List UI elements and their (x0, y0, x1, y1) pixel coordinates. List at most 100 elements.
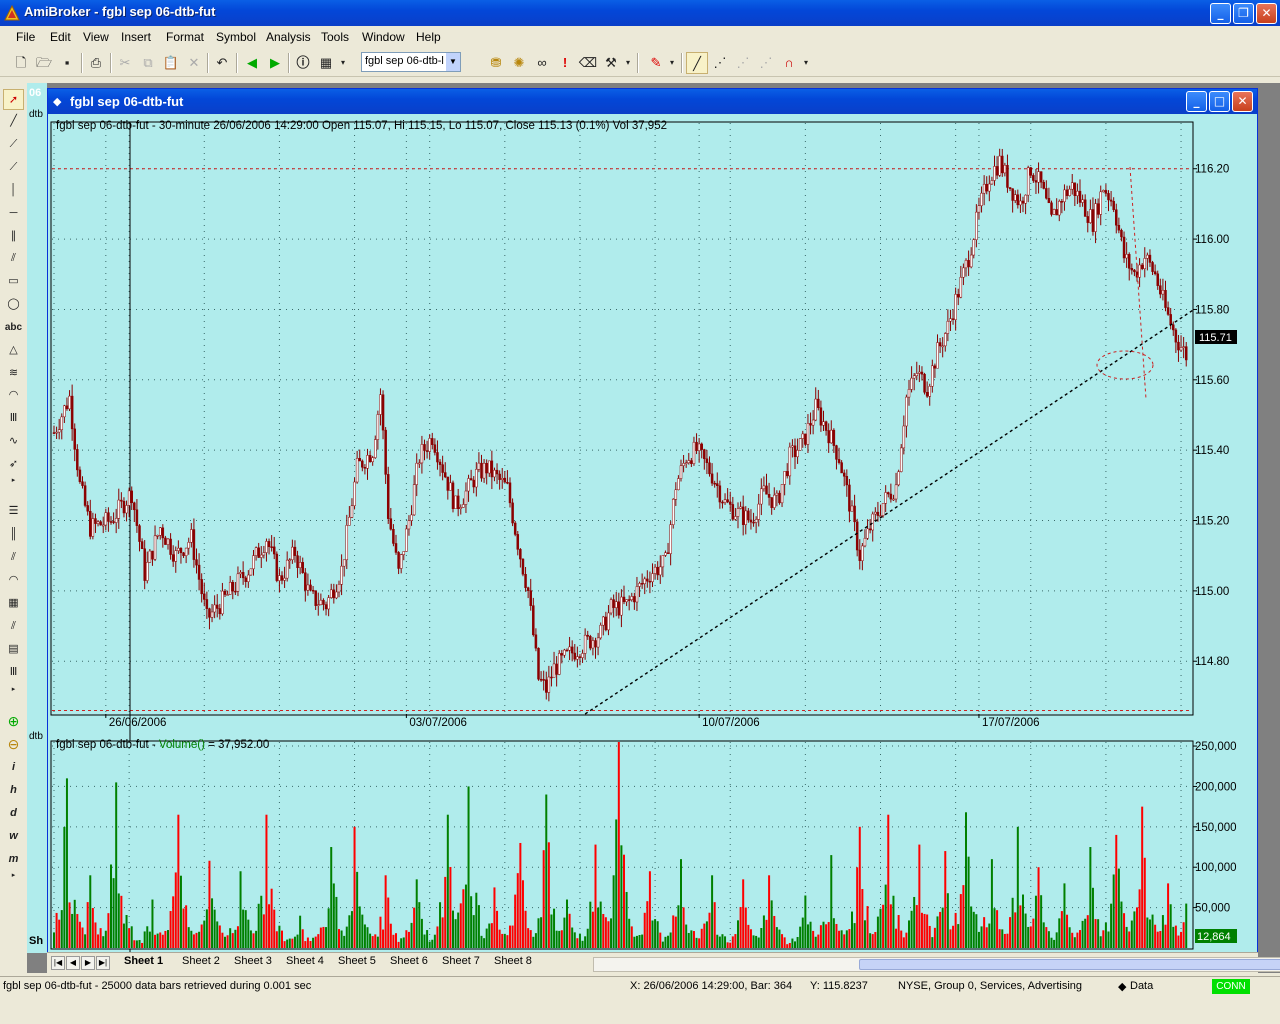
dotted-line-icon[interactable]: ⋰ (709, 52, 731, 74)
menu-symbol[interactable]: Symbol (216, 30, 256, 44)
settings-gear-icon[interactable]: ✺ (508, 52, 530, 74)
horizontal-scrollbar[interactable] (593, 957, 1280, 972)
toolbar-overflow-icon[interactable]: ▾ (338, 52, 348, 74)
tab-sheet-8[interactable]: Sheet 8 (494, 955, 532, 967)
tab-sheet-7[interactable]: Sheet 7 (442, 955, 480, 967)
chart-maximize-button[interactable]: □ (1209, 91, 1230, 112)
next-sheet-icon[interactable]: ▶ (81, 956, 95, 970)
tab-sheet-4[interactable]: Sheet 4 (286, 955, 324, 967)
chart-window-titlebar[interactable]: ◆ fgbl sep 06-dtb-fut _ □ ✕ (48, 89, 1257, 114)
toolbar-overflow-icon-3[interactable]: ▾ (801, 52, 811, 74)
menu-insert[interactable]: Insert (121, 30, 151, 44)
solid-line-icon[interactable]: ╱ (686, 52, 708, 74)
minimize-button[interactable]: _ (1210, 3, 1231, 24)
toolbar-more-icon-2[interactable]: ▸ (3, 686, 24, 694)
toolbar-more-icon[interactable]: ▸ (3, 477, 24, 485)
new-icon[interactable]: 🗋 (10, 52, 32, 74)
background-sheet-tab[interactable]: Sh (29, 935, 43, 947)
menu-file[interactable]: File (16, 30, 35, 44)
tab-sheet-2[interactable]: Sheet 2 (182, 955, 220, 967)
color-picker-icon[interactable]: ✎ (645, 52, 667, 74)
toolbar-overflow-icon-2[interactable]: ▾ (623, 52, 633, 74)
cycle-lines-icon[interactable]: Ⅲ (3, 408, 24, 429)
tab-sheet-1[interactable]: Sheet 1 (124, 955, 163, 967)
first-sheet-icon[interactable]: |◀ (51, 956, 65, 970)
line-style-icon-1[interactable]: ⋰ (732, 52, 754, 74)
back-arrow-icon[interactable]: ◀ (241, 52, 263, 74)
volume-bar (884, 884, 887, 948)
binoculars-icon[interactable]: ∞ (531, 52, 553, 74)
close-button[interactable]: ✕ (1256, 3, 1277, 24)
scrollbar-thumb[interactable] (859, 959, 1280, 970)
text-tool-icon[interactable]: abc (3, 317, 24, 338)
interval-hourly-icon[interactable]: h (3, 780, 24, 801)
paste-icon[interactable]: 📋 (160, 52, 182, 74)
prev-sheet-icon[interactable]: ◀ (66, 956, 80, 970)
tab-sheet-3[interactable]: Sheet 3 (234, 955, 272, 967)
chevron-down-icon[interactable]: ▼ (446, 53, 460, 71)
interval-weekly-icon[interactable]: w (3, 826, 24, 847)
toolbar-more-icon-3[interactable]: ▸ (3, 872, 24, 880)
menu-help[interactable]: Help (416, 30, 441, 44)
gann-fan-icon[interactable]: ⫽ (3, 616, 24, 637)
menu-view[interactable]: View (83, 30, 109, 44)
vertical-line-icon[interactable]: │ (3, 180, 24, 201)
restore-button[interactable]: ❐ (1233, 3, 1254, 24)
menu-analysis[interactable]: Analysis (266, 30, 311, 44)
arc-icon[interactable]: ◠ (3, 385, 24, 406)
horizontal-line-icon[interactable]: ─ (3, 203, 24, 224)
interval-monthly-icon[interactable]: m (3, 849, 24, 870)
save-icon[interactable]: ▪ (56, 52, 78, 74)
gann-grid-icon[interactable]: ▦ (3, 593, 24, 614)
rectangle-icon[interactable]: ▭ (3, 271, 24, 292)
chart-close-button[interactable]: ✕ (1232, 91, 1253, 112)
fibonacci-fan-icon[interactable]: ⫽ (3, 547, 24, 568)
print-icon[interactable]: ⎙ (85, 52, 107, 74)
symbol-combobox[interactable]: fgbl sep 06-dtb-l ▼ (361, 52, 461, 72)
ray-icon[interactable]: ⟋ (3, 134, 24, 155)
menu-edit[interactable]: Edit (50, 30, 71, 44)
freehand-icon[interactable]: ∿ (3, 431, 24, 452)
forward-arrow-icon[interactable]: ▶ (264, 52, 286, 74)
ellipse-icon[interactable]: ◯ (3, 294, 24, 315)
cycles-icon[interactable]: Ⅲ (3, 662, 24, 683)
zigzag-icon[interactable]: ≋ (3, 363, 24, 384)
fibonacci-retracement-icon[interactable]: ☰ (3, 501, 24, 522)
parallel-lines-icon[interactable]: ∥ (3, 226, 24, 247)
database-icon[interactable]: ⛃ (485, 52, 507, 74)
arrow-tool-icon[interactable]: ➶ (3, 454, 24, 475)
copy-icon[interactable]: ⧉ (137, 52, 159, 74)
magnet-icon[interactable]: ∩ (778, 52, 800, 74)
extended-line-icon[interactable]: ⟋ (3, 157, 24, 178)
tab-sheet-5[interactable]: Sheet 5 (338, 955, 376, 967)
fibonacci-arcs-icon[interactable]: ◠ (3, 570, 24, 591)
delete-icon[interactable]: ✕ (183, 52, 205, 74)
chart-minimize-button[interactable]: _ (1186, 91, 1207, 112)
interval-daily-icon[interactable]: d (3, 803, 24, 824)
select-arrow-icon[interactable]: ➚ (3, 89, 24, 110)
zoom-in-icon[interactable]: ⊕ (3, 711, 24, 732)
analysis-hammer-icon[interactable]: ⚒ (600, 52, 622, 74)
gann-square-icon[interactable]: ▤ (3, 639, 24, 660)
menu-format[interactable]: Format (166, 30, 204, 44)
cut-icon[interactable]: ✂ (114, 52, 136, 74)
triangle-icon[interactable]: △ (3, 340, 24, 361)
open-folder-icon[interactable]: 🗁 (33, 52, 55, 74)
info-icon[interactable]: ⓘ (292, 52, 314, 74)
eraser-icon[interactable]: ⌫ (577, 52, 599, 74)
last-sheet-icon[interactable]: ▶| (96, 956, 110, 970)
tab-sheet-6[interactable]: Sheet 6 (390, 955, 428, 967)
line-style-icon-2[interactable]: ⋰ (755, 52, 777, 74)
fan-lines-icon[interactable]: ⫽ (3, 248, 24, 269)
color-dropdown-icon[interactable]: ▾ (666, 52, 678, 74)
chart-canvas[interactable]: fgbl sep 06-dtb-fut - 30-minute 26/06/20… (48, 114, 1257, 952)
alert-icon[interactable]: ! (554, 52, 576, 74)
fibonacci-timezones-icon[interactable]: ║ (3, 524, 24, 545)
trendline-icon[interactable]: ╱ (3, 111, 24, 132)
undo-icon[interactable]: ↶ (211, 52, 233, 74)
calendar-icon[interactable]: ▦ (315, 52, 337, 74)
menu-tools[interactable]: Tools (321, 30, 349, 44)
menu-window[interactable]: Window (362, 30, 405, 44)
interval-intraday-icon[interactable]: i (3, 757, 24, 778)
zoom-out-icon[interactable]: ⊖ (3, 734, 24, 755)
